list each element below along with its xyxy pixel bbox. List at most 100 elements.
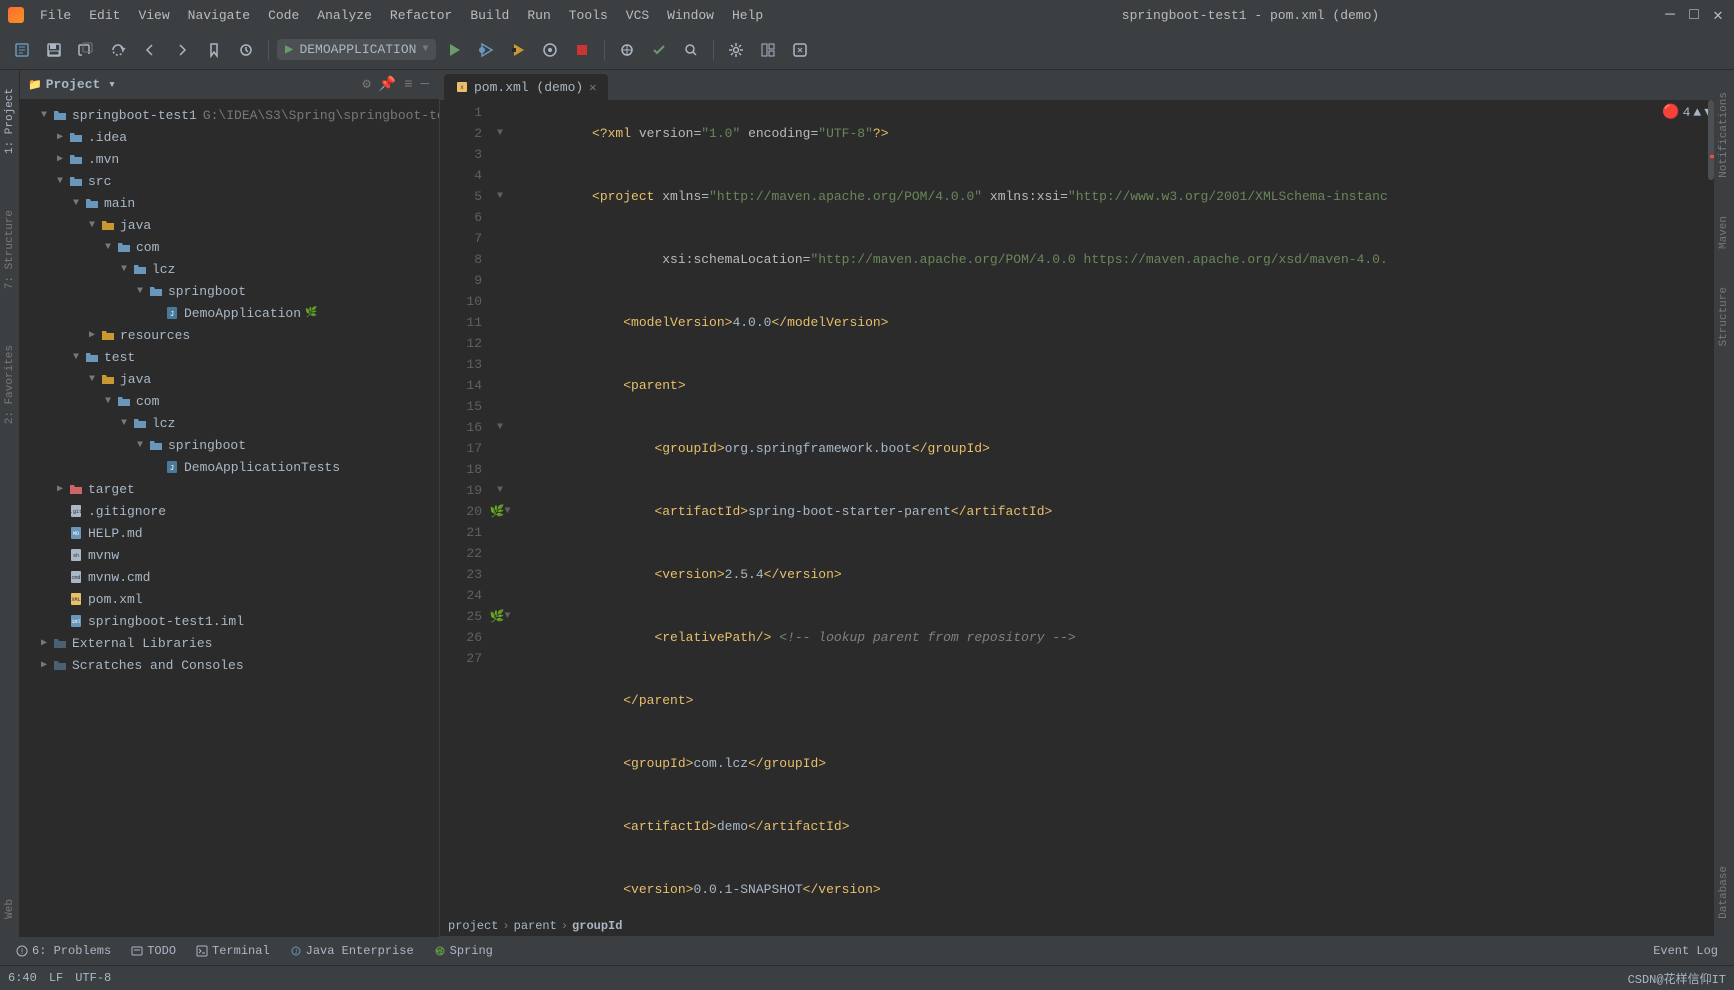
breadcrumb-groupid[interactable]: groupId <box>572 919 622 933</box>
tree-item-src[interactable]: ▼ src <box>20 170 439 192</box>
vcs-update-btn[interactable] <box>613 36 641 64</box>
gutter-line-25[interactable]: 🌿 ▼ <box>490 606 510 627</box>
tree-arrow-lcz[interactable]: ▼ <box>116 261 132 277</box>
tree-arrow-scratches[interactable]: ▶ <box>36 657 52 673</box>
menu-vcs[interactable]: VCS <box>618 6 657 25</box>
tree-item-resources[interactable]: ▶ resources <box>20 324 439 346</box>
tree-item-com[interactable]: ▼ com <box>20 236 439 258</box>
status-lf[interactable]: LF <box>49 971 63 985</box>
menu-run[interactable]: Run <box>519 6 558 25</box>
tree-arrow-root[interactable]: ▼ <box>36 107 52 123</box>
profile-btn[interactable] <box>536 36 564 64</box>
menu-tools[interactable]: Tools <box>561 6 616 25</box>
tree-item-iml[interactable]: ▶ iml springboot-test1.iml <box>20 610 439 632</box>
tree-item-springboot[interactable]: ▼ springboot <box>20 280 439 302</box>
tree-arrow-src[interactable]: ▼ <box>52 173 68 189</box>
breadcrumb-parent[interactable]: parent <box>514 919 557 933</box>
tab-pomxml[interactable]: X pom.xml (demo) ✕ <box>444 74 608 100</box>
sidebar-right-structure[interactable]: Structure <box>1716 279 1732 354</box>
maximize-button[interactable]: □ <box>1686 7 1702 23</box>
coverage-btn[interactable] <box>504 36 532 64</box>
tree-arrow-resources[interactable]: ▶ <box>84 327 100 343</box>
tree-arrow-mvn[interactable]: ▶ <box>52 151 68 167</box>
tree-arrow-target[interactable]: ▶ <box>52 481 68 497</box>
toolbar-sync-btn[interactable] <box>104 36 132 64</box>
project-pin-icon[interactable]: 📌 <box>377 74 398 95</box>
minimize-button[interactable]: ─ <box>1662 7 1678 23</box>
tree-item-scratches[interactable]: ▶ Scratches and Consoles <box>20 654 439 676</box>
tree-item-test-com[interactable]: ▼ com <box>20 390 439 412</box>
breadcrumb-project[interactable]: project <box>448 919 498 933</box>
tree-arrow-springboot[interactable]: ▼ <box>132 283 148 299</box>
stop-btn[interactable] <box>568 36 596 64</box>
toolbar-forward-btn[interactable] <box>168 36 196 64</box>
plugins-btn[interactable] <box>786 36 814 64</box>
run-configuration[interactable]: ▶ DEMOAPPLICATION ▼ <box>277 39 436 60</box>
problems-btn[interactable]: ! 6: Problems <box>8 942 119 960</box>
tree-item-target[interactable]: ▶ target <box>20 478 439 500</box>
toolbar-save-btn[interactable] <box>40 36 68 64</box>
java-enterprise-btn[interactable]: J Java Enterprise <box>282 942 422 960</box>
tab-close-pomxml[interactable]: ✕ <box>589 80 596 95</box>
tree-item-root[interactable]: ▼ springboot-test1 G:\IDEA\S3\Spring\spr… <box>20 104 439 126</box>
todo-btn[interactable]: TODO <box>123 942 184 960</box>
project-settings-icon[interactable]: ⚙ <box>360 74 372 95</box>
tree-item-mvnwcmd[interactable]: ▶ cmd mvnw.cmd <box>20 566 439 588</box>
tree-item-mvnw[interactable]: ▶ sh mvnw <box>20 544 439 566</box>
event-log-btn[interactable]: Event Log <box>1645 942 1726 960</box>
sidebar-label-web[interactable]: Web <box>2 891 18 927</box>
sidebar-right-database[interactable]: Database <box>1716 858 1732 927</box>
tree-arrow-test[interactable]: ▼ <box>68 349 84 365</box>
menu-window[interactable]: Window <box>659 6 722 25</box>
menu-file[interactable]: File <box>32 6 79 25</box>
tree-arrow-idea[interactable]: ▶ <box>52 129 68 145</box>
gutter-line-16[interactable]: ▼ <box>490 417 510 438</box>
tree-arrow-test-springboot[interactable]: ▼ <box>132 437 148 453</box>
tree-item-test[interactable]: ▼ test <box>20 346 439 368</box>
tree-arrow-test-lcz[interactable]: ▼ <box>116 415 132 431</box>
tree-item-demoapplication[interactable]: ▶ J DemoApplication 🌿 <box>20 302 439 324</box>
menu-refactor[interactable]: Refactor <box>382 6 460 25</box>
sidebar-label-project[interactable]: 1: Project <box>2 80 18 162</box>
sidebar-label-structure[interactable]: 7: Structure <box>2 202 18 297</box>
toolbar-back-btn[interactable] <box>136 36 164 64</box>
tree-item-gitignore[interactable]: ▶ .git .gitignore <box>20 500 439 522</box>
close-button[interactable]: ✕ <box>1710 7 1726 23</box>
sidebar-right-maven[interactable]: Maven <box>1716 208 1732 257</box>
tree-arrow-extlibs[interactable]: ▶ <box>36 635 52 651</box>
tree-item-java[interactable]: ▼ java <box>20 214 439 236</box>
tree-item-mvn[interactable]: ▶ .mvn <box>20 148 439 170</box>
menu-code[interactable]: Code <box>260 6 307 25</box>
debug-btn[interactable] <box>472 36 500 64</box>
tree-item-test-lcz[interactable]: ▼ lcz <box>20 412 439 434</box>
status-line-col[interactable]: 6:40 <box>8 971 37 985</box>
toolbar-bookmark-btn[interactable] <box>200 36 228 64</box>
toolbar-save-all-btn[interactable] <box>72 36 100 64</box>
menu-view[interactable]: View <box>130 6 177 25</box>
tree-item-test-springboot[interactable]: ▼ springboot <box>20 434 439 456</box>
tree-item-pomxml[interactable]: ▶ XML pom.xml <box>20 588 439 610</box>
code-editor[interactable]: <?xml version="1.0" encoding="UTF-8"?> <… <box>510 100 1700 915</box>
gutter-line-2[interactable]: ▼ <box>490 123 510 144</box>
tree-item-main[interactable]: ▼ main <box>20 192 439 214</box>
run-btn[interactable] <box>440 36 468 64</box>
toolbar-project-icon[interactable] <box>8 36 36 64</box>
project-gear-icon[interactable]: ≡ <box>402 75 414 95</box>
menu-edit[interactable]: Edit <box>81 6 128 25</box>
toolbar-search-btn[interactable] <box>677 36 705 64</box>
tree-item-idea[interactable]: ▶ .idea <box>20 126 439 148</box>
spring-btn[interactable]: 🌿 Spring <box>426 942 501 960</box>
tree-item-helpmd[interactable]: ▶ MD HELP.md <box>20 522 439 544</box>
gutter-line-19[interactable]: ▼ <box>490 480 510 501</box>
tree-arrow-com[interactable]: ▼ <box>100 239 116 255</box>
tree-arrow-java[interactable]: ▼ <box>84 217 100 233</box>
project-close-icon[interactable]: ─ <box>419 75 431 95</box>
tree-item-demoapptest[interactable]: ▶ J DemoApplicationTests <box>20 456 439 478</box>
gutter-line-20[interactable]: 🌿 ▼ <box>490 501 510 522</box>
gutter-line-5[interactable]: ▼ <box>490 186 510 207</box>
menu-build[interactable]: Build <box>462 6 517 25</box>
settings-btn[interactable] <box>722 36 750 64</box>
tree-arrow-main[interactable]: ▼ <box>68 195 84 211</box>
menu-analyze[interactable]: Analyze <box>309 6 380 25</box>
layout-btn[interactable] <box>754 36 782 64</box>
